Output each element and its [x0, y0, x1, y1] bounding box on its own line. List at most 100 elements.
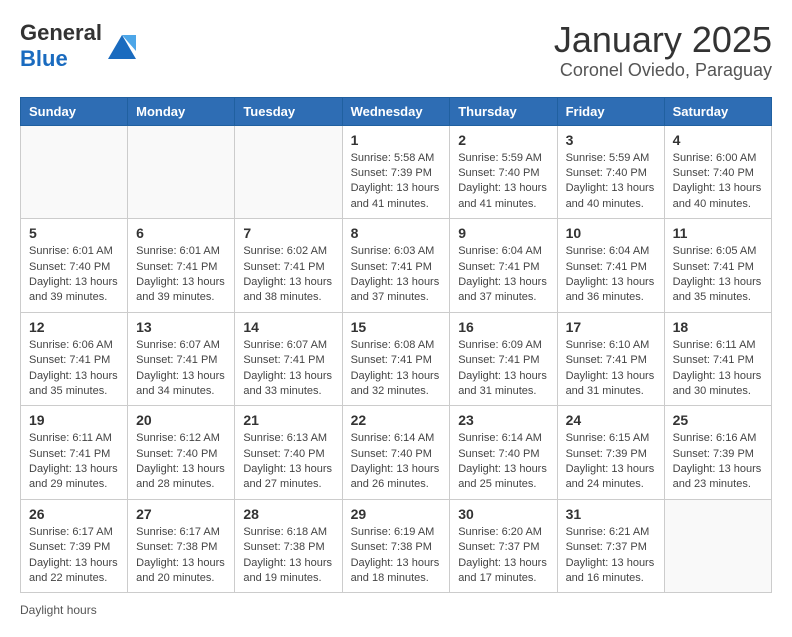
day-info: Sunrise: 6:21 AMSunset: 7:37 PMDaylight:…	[566, 525, 656, 587]
calendar-cell	[21, 125, 128, 219]
day-info: Sunrise: 5:58 AMSunset: 7:39 PMDaylight:…	[351, 151, 442, 213]
day-info: Sunrise: 6:06 AMSunset: 7:41 PMDaylight:…	[29, 338, 119, 400]
day-number: 21	[243, 412, 333, 428]
day-number: 18	[673, 319, 763, 335]
calendar-cell: 2 Sunrise: 5:59 AMSunset: 7:40 PMDaylight…	[450, 125, 557, 219]
title-block: January 2025 Coronel Oviedo, Paraguay	[554, 20, 772, 81]
calendar-cell: 25Sunrise: 6:16 AMSunset: 7:39 PMDayligh…	[664, 406, 771, 500]
day-number: 16	[458, 319, 548, 335]
day-number: 12	[29, 319, 119, 335]
day-info: Sunrise: 6:12 AMSunset: 7:40 PMDaylight:…	[136, 431, 226, 493]
calendar-cell: 20 Sunrise: 6:12 AMSunset: 7:40 PMDayligh…	[128, 406, 235, 500]
day-info: Sunrise: 6:02 AMSunset: 7:41 PMDaylight:…	[243, 244, 333, 306]
calendar-cell: 4 Sunrise: 6:00 AMSunset: 7:40 PMDaylight…	[664, 125, 771, 219]
day-info: Sunrise: 6:11 AMSunset: 7:41 PMDaylight:…	[673, 338, 763, 400]
day-number: 1	[351, 132, 442, 148]
calendar-week-row: 19 Sunrise: 6:11 AMSunset: 7:41 PMDayligh…	[21, 406, 772, 500]
day-info: Sunrise: 6:19 AMSunset: 7:38 PMDaylight:…	[351, 525, 442, 587]
day-number: 6	[136, 225, 226, 241]
day-number: 19	[29, 412, 119, 428]
day-number: 28	[243, 506, 333, 522]
calendar-cell: 30Sunrise: 6:20 AMSunset: 7:37 PMDayligh…	[450, 499, 557, 593]
calendar-cell: 28 Sunrise: 6:18 AMSunset: 7:38 PMDayligh…	[235, 499, 342, 593]
day-number: 22	[351, 412, 442, 428]
calendar-cell	[128, 125, 235, 219]
day-info: Sunrise: 6:05 AMSunset: 7:41 PMDaylight:…	[673, 244, 763, 306]
day-number: 7	[243, 225, 333, 241]
day-info: Sunrise: 6:07 AMSunset: 7:41 PMDaylight:…	[243, 338, 333, 400]
calendar-cell: 7 Sunrise: 6:02 AMSunset: 7:41 PMDaylight…	[235, 219, 342, 313]
day-number: 5	[29, 225, 119, 241]
calendar-cell: 27Sunrise: 6:17 AMSunset: 7:38 PMDayligh…	[128, 499, 235, 593]
calendar-table: SundayMondayTuesdayWednesdayThursdayFrid…	[20, 97, 772, 594]
day-info: Sunrise: 6:00 AMSunset: 7:40 PMDaylight:…	[673, 151, 763, 213]
calendar-day-header: Monday	[128, 97, 235, 125]
logo-icon	[104, 29, 140, 65]
day-info: Sunrise: 6:14 AMSunset: 7:40 PMDaylight:…	[351, 431, 442, 493]
day-info: Sunrise: 6:17 AMSunset: 7:39 PMDaylight:…	[29, 525, 119, 587]
day-info: Sunrise: 6:01 AMSunset: 7:40 PMDaylight:…	[29, 244, 119, 306]
day-number: 20	[136, 412, 226, 428]
day-info: Sunrise: 6:01 AMSunset: 7:41 PMDaylight:…	[136, 244, 226, 306]
calendar-cell: 5 Sunrise: 6:01 AMSunset: 7:40 PMDaylight…	[21, 219, 128, 313]
day-info: Sunrise: 6:17 AMSunset: 7:38 PMDaylight:…	[136, 525, 226, 587]
day-info: Sunrise: 6:09 AMSunset: 7:41 PMDaylight:…	[458, 338, 548, 400]
calendar-cell: 23Sunrise: 6:14 AMSunset: 7:40 PMDayligh…	[450, 406, 557, 500]
day-info: Sunrise: 6:16 AMSunset: 7:39 PMDaylight:…	[673, 431, 763, 493]
day-number: 15	[351, 319, 442, 335]
logo: General Blue	[20, 20, 140, 72]
calendar-cell: 9Sunrise: 6:04 AMSunset: 7:41 PMDaylight…	[450, 219, 557, 313]
day-number: 13	[136, 319, 226, 335]
calendar-day-header: Saturday	[664, 97, 771, 125]
calendar-week-row: 26 Sunrise: 6:17 AMSunset: 7:39 PMDayligh…	[21, 499, 772, 593]
day-number: 2	[458, 132, 548, 148]
day-number: 3	[566, 132, 656, 148]
page-header: General Blue January 2025 Coronel Oviedo…	[20, 20, 772, 81]
calendar-week-row: 12 Sunrise: 6:06 AMSunset: 7:41 PMDayligh…	[21, 312, 772, 406]
calendar-cell: 31 Sunrise: 6:21 AMSunset: 7:37 PMDayligh…	[557, 499, 664, 593]
day-info: Sunrise: 6:11 AMSunset: 7:41 PMDaylight:…	[29, 431, 119, 493]
day-number: 30	[458, 506, 548, 522]
calendar-week-row: 5 Sunrise: 6:01 AMSunset: 7:40 PMDaylight…	[21, 219, 772, 313]
day-number: 4	[673, 132, 763, 148]
calendar-cell: 21Sunrise: 6:13 AMSunset: 7:40 PMDayligh…	[235, 406, 342, 500]
day-info: Sunrise: 6:14 AMSunset: 7:40 PMDaylight:…	[458, 431, 548, 493]
calendar-day-header: Thursday	[450, 97, 557, 125]
calendar-cell: 22 Sunrise: 6:14 AMSunset: 7:40 PMDayligh…	[342, 406, 450, 500]
calendar-week-row: 1 Sunrise: 5:58 AMSunset: 7:39 PMDaylight…	[21, 125, 772, 219]
day-number: 10	[566, 225, 656, 241]
day-number: 14	[243, 319, 333, 335]
logo-text: General Blue	[20, 20, 102, 72]
day-info: Sunrise: 5:59 AMSunset: 7:40 PMDaylight:…	[566, 151, 656, 213]
calendar-cell: 14 Sunrise: 6:07 AMSunset: 7:41 PMDayligh…	[235, 312, 342, 406]
calendar-cell	[664, 499, 771, 593]
calendar-cell: 18 Sunrise: 6:11 AMSunset: 7:41 PMDayligh…	[664, 312, 771, 406]
footer: Daylight hours	[20, 603, 772, 617]
calendar-cell: 17Sunrise: 6:10 AMSunset: 7:41 PMDayligh…	[557, 312, 664, 406]
location-title: Coronel Oviedo, Paraguay	[554, 60, 772, 81]
calendar-cell: 6 Sunrise: 6:01 AMSunset: 7:41 PMDaylight…	[128, 219, 235, 313]
calendar-day-header: Wednesday	[342, 97, 450, 125]
calendar-cell: 29 Sunrise: 6:19 AMSunset: 7:38 PMDayligh…	[342, 499, 450, 593]
day-number: 26	[29, 506, 119, 522]
day-number: 29	[351, 506, 442, 522]
calendar-cell: 19 Sunrise: 6:11 AMSunset: 7:41 PMDayligh…	[21, 406, 128, 500]
day-info: Sunrise: 6:18 AMSunset: 7:38 PMDaylight:…	[243, 525, 333, 587]
day-info: Sunrise: 6:15 AMSunset: 7:39 PMDaylight:…	[566, 431, 656, 493]
calendar-cell: 3 Sunrise: 5:59 AMSunset: 7:40 PMDaylight…	[557, 125, 664, 219]
calendar-cell	[235, 125, 342, 219]
calendar-cell: 16 Sunrise: 6:09 AMSunset: 7:41 PMDayligh…	[450, 312, 557, 406]
calendar-cell: 13 Sunrise: 6:07 AMSunset: 7:41 PMDayligh…	[128, 312, 235, 406]
day-number: 8	[351, 225, 442, 241]
calendar-header-row: SundayMondayTuesdayWednesdayThursdayFrid…	[21, 97, 772, 125]
day-info: Sunrise: 6:10 AMSunset: 7:41 PMDaylight:…	[566, 338, 656, 400]
day-info: Sunrise: 6:07 AMSunset: 7:41 PMDaylight:…	[136, 338, 226, 400]
day-number: 11	[673, 225, 763, 241]
calendar-cell: 12 Sunrise: 6:06 AMSunset: 7:41 PMDayligh…	[21, 312, 128, 406]
calendar-cell: 26 Sunrise: 6:17 AMSunset: 7:39 PMDayligh…	[21, 499, 128, 593]
daylight-label: Daylight hours	[20, 603, 97, 617]
calendar-cell: 15Sunrise: 6:08 AMSunset: 7:41 PMDayligh…	[342, 312, 450, 406]
day-info: Sunrise: 5:59 AMSunset: 7:40 PMDaylight:…	[458, 151, 548, 213]
day-number: 31	[566, 506, 656, 522]
calendar-cell: 8Sunrise: 6:03 AMSunset: 7:41 PMDaylight…	[342, 219, 450, 313]
